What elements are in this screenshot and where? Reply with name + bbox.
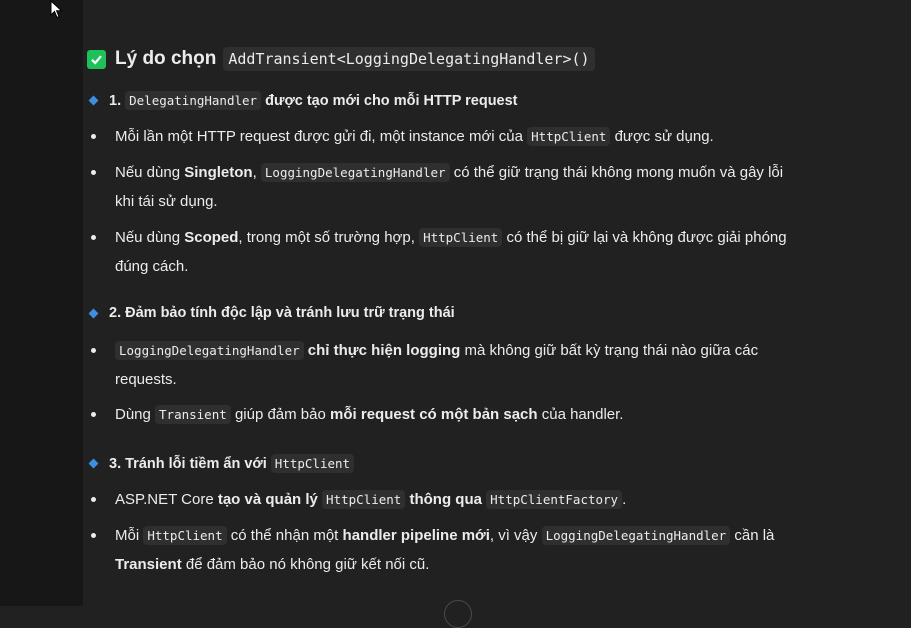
list-item: ASP.NET Core tạo và quản lý HttpClient t… <box>91 485 805 514</box>
check-mark-icon <box>87 49 106 69</box>
inline-code: LoggingDelegatingHandler <box>115 341 304 360</box>
blue-diamond-icon <box>88 95 99 106</box>
inline-code: HttpClient <box>143 526 227 545</box>
inline-code: HttpClientFactory <box>486 490 623 509</box>
subsection-title-1: 1. DelegatingHandler được tạo mới cho mỗ… <box>87 91 518 110</box>
scroll-down-button[interactable] <box>444 600 472 628</box>
heading-code: AddTransient<LoggingDelegatingHandler>() <box>223 47 595 71</box>
list-item: Mỗi lần một HTTP request được gửi đi, mộ… <box>91 122 805 151</box>
inline-code: DelegatingHandler <box>125 91 262 110</box>
list-item: Nếu dùng Scoped, trong một số trường hợp… <box>91 223 805 281</box>
inline-code: HttpClient <box>419 228 503 247</box>
inline-code: HttpClient <box>270 454 355 473</box>
list-item: Mỗi HttpClient có thể nhận một handler p… <box>91 521 805 579</box>
blue-diamond-icon <box>88 458 99 469</box>
subsection-title-2: 2. Đảm bảo tính độc lập và tránh lưu trữ… <box>87 305 455 321</box>
inline-code: HttpClient <box>322 490 406 509</box>
inline-code: HttpClient <box>527 127 611 146</box>
left-panel-edge <box>0 0 83 606</box>
inline-code: LoggingDelegatingHandler <box>541 526 731 545</box>
heading-text: Lý do chọn <box>115 48 217 69</box>
list-item: Nếu dùng Singleton, LoggingDelegatingHan… <box>91 158 805 216</box>
section-heading: Lý do chọn AddTransient<LoggingDelegatin… <box>87 47 595 71</box>
blue-diamond-icon <box>88 308 99 318</box>
inline-code: LoggingDelegatingHandler <box>260 163 450 182</box>
list-item: Dùng Transient giúp đảm bảo mỗi request … <box>91 400 805 429</box>
list-item: LoggingDelegatingHandler chỉ thực hiện l… <box>91 336 805 394</box>
mouse-cursor-icon <box>50 0 63 19</box>
subsection-title-3: 3. Tránh lỗi tiềm ẩn với HttpClient <box>87 454 355 473</box>
inline-code: Transient <box>155 405 231 424</box>
